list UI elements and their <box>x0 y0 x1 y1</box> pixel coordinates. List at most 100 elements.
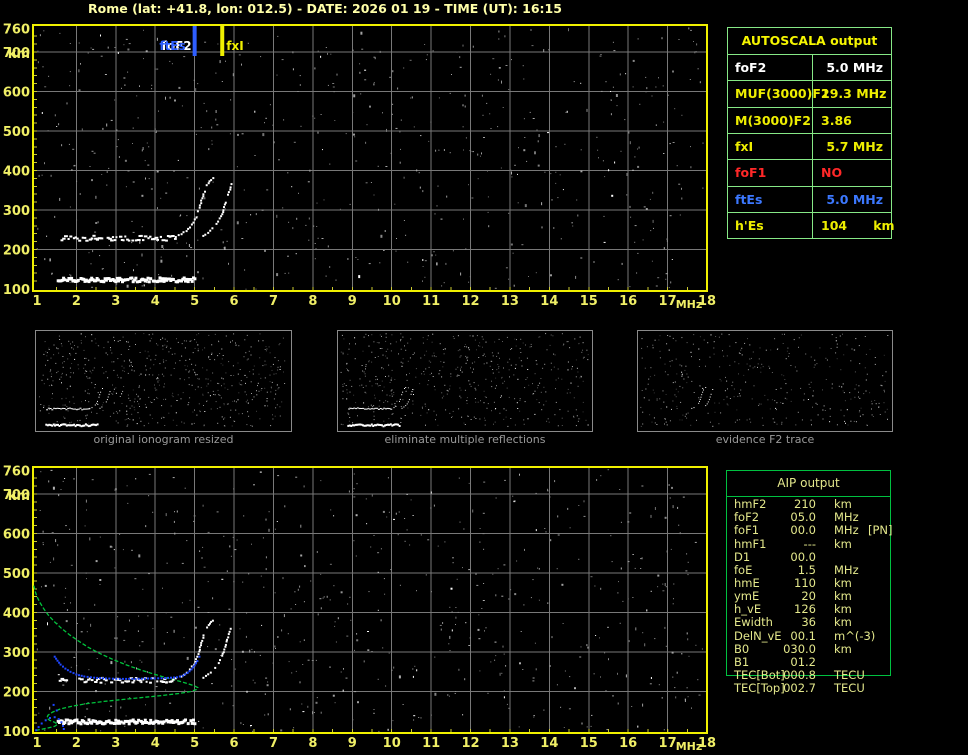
autoscala-table-header: AUTOSCALA output <box>728 28 891 55</box>
autoscala-row-value: 19.3 MHz <box>821 86 887 102</box>
svg-text:17: 17 <box>659 294 677 309</box>
aip-row-val: 20 <box>801 589 816 603</box>
panel-caption-eliminate: eliminate multiple reflections <box>384 433 546 446</box>
autoscala-row-label: fxI <box>735 138 754 154</box>
svg-text:9: 9 <box>348 294 357 309</box>
svg-text:15: 15 <box>580 294 598 309</box>
aip-row-val: 126 <box>794 602 816 617</box>
svg-text:15: 15 <box>580 736 598 751</box>
aip-table-rows: hmF2 210 km foF2 05.0 MHz foF1 00.0 MHz [PN] hmF1-… <box>726 498 893 698</box>
aip-row-val: 1.5 <box>797 562 816 577</box>
autoscala-row-ftEs: ftEs 5.0 MHz <box>728 185 891 213</box>
svg-text:400: 400 <box>3 607 30 622</box>
autoscala-row-label: h'Es <box>735 217 764 233</box>
autoscala-row-foF2: foF2 5.0 MHz <box>728 54 891 81</box>
ionogram-trace <box>56 177 233 284</box>
svg-text:3: 3 <box>111 736 120 751</box>
aip-row-D1: D1 00.0 <box>726 549 891 564</box>
aip-row-val: 210 <box>794 497 816 511</box>
thumbnail-noise <box>640 333 889 427</box>
svg-text:13: 13 <box>501 294 519 309</box>
aip-table-header: AIP output <box>727 471 890 497</box>
aip-row-lbl: foE <box>734 562 753 577</box>
svg-text:500: 500 <box>3 125 30 140</box>
autoscala-row-value: 104 km <box>821 217 895 233</box>
aip-row-unit: km <box>834 536 852 551</box>
panel-eliminate-reflections <box>337 330 593 432</box>
panel-original-ionogram-image <box>39 333 286 428</box>
svg-text:10: 10 <box>383 736 401 751</box>
aip-row-lbl: B1 <box>734 654 750 669</box>
autoscala-row-label: M(3000)F2 <box>735 112 811 128</box>
autoscala-row-value: 5.0 MHz <box>826 60 883 75</box>
plot-frame <box>32 24 708 292</box>
autoscala-row-value: 3.86 <box>821 112 852 128</box>
aip-row-unit: km <box>834 497 852 511</box>
axis-labels: 1 2 3 4 5 6 7 8 9 10 11 12 13 14 15 16 17 18MHz7607006005… <box>3 22 716 311</box>
panel-evidence-f2 <box>637 330 893 432</box>
x-axis-unit: MHz <box>676 740 703 753</box>
top-ionogram-chart: 1 2 3 4 5 6 7 8 9 10 11 12 13 14 15 16 17 18MHz7607006005… <box>3 22 716 311</box>
aip-row-DelN_vE: DelN_vE 00.1 m^(-3) <box>726 628 891 643</box>
svg-text:8: 8 <box>308 294 317 309</box>
aip-row-unit: km <box>834 602 852 617</box>
autoscala-row-MUF(3000)F2: MUF(3000)F2 19.3 MHz <box>728 80 891 107</box>
axis-labels: 1 2 3 4 5 6 7 8 9 10 11 12 13 14 15 16 17 18MHz7607006005… <box>3 464 716 753</box>
thumbnail-trace <box>347 387 414 428</box>
autoscala-row-value: 5.0 MHz <box>826 191 883 207</box>
aip-row-val: --- <box>803 536 816 551</box>
svg-text:200: 200 <box>3 244 30 259</box>
svg-text:8: 8 <box>308 736 317 751</box>
x-axis-unit: MHz <box>676 298 703 311</box>
svg-text:100: 100 <box>3 283 30 298</box>
svg-text:17: 17 <box>659 736 677 751</box>
aip-row-TEC[Bot]: TEC[Bot] 000.8 TECU <box>726 669 891 682</box>
aip-row-val: 002.7 <box>783 681 816 696</box>
aip-row-foE: foE 1.5 MHz <box>726 562 891 577</box>
svg-text:11: 11 <box>422 736 440 751</box>
aip-row-unit: MHz <box>834 562 859 577</box>
noise-layer <box>36 469 703 733</box>
svg-text:11: 11 <box>422 294 440 309</box>
aip-row-B1: B1 01.2 <box>726 654 891 669</box>
aip-row-Ewidth: Ewidth 36 km <box>726 616 891 629</box>
autoscala-row-label: foF1 <box>735 165 767 181</box>
aip-row-unit: km <box>834 589 852 603</box>
aip-row-B0: B0 030.0 km <box>726 641 891 656</box>
aip-row-val: 030.0 <box>783 641 816 656</box>
grid <box>34 26 706 290</box>
noise-layer <box>36 27 704 290</box>
svg-text:16: 16 <box>619 736 637 751</box>
panel-original-ionogram <box>35 330 292 432</box>
svg-text:4: 4 <box>151 294 160 309</box>
svg-text:5: 5 <box>190 736 199 751</box>
aip-row-unit: m^(-3) <box>834 628 876 643</box>
aip-row-hmF2: hmF2 210 km <box>726 498 891 511</box>
svg-text:760: 760 <box>3 464 30 479</box>
panel-eliminate-reflections-image <box>340 333 589 428</box>
thumbnail-trace <box>691 387 714 409</box>
svg-text:300: 300 <box>3 204 30 219</box>
aip-row-val: 05.0 <box>790 510 816 525</box>
autoscala-row-foF1: foF1 NO <box>728 159 891 186</box>
autoscala-row-h'Es: h'Es 104 km <box>728 211 895 239</box>
aip-row-val: 00.1 <box>790 628 816 643</box>
aip-row-foF1: foF1 00.0 MHz [PN] <box>726 524 893 537</box>
svg-text:1: 1 <box>32 736 41 751</box>
svg-text:6: 6 <box>230 294 239 309</box>
panel-evidence-f2-image <box>640 333 889 427</box>
svg-text:200: 200 <box>3 686 30 701</box>
aip-row-val: 00.0 <box>790 549 816 564</box>
aip-row-unit: TECU <box>834 681 865 696</box>
svg-text:12: 12 <box>461 736 479 751</box>
thumbnail-noise <box>39 333 286 427</box>
svg-text:2: 2 <box>72 294 81 309</box>
svg-text:500: 500 <box>3 567 30 582</box>
svg-text:760: 760 <box>3 22 30 37</box>
svg-text:2: 2 <box>72 736 81 751</box>
aip-row-h_vE: h_vE 126 km <box>726 603 891 616</box>
aip-row-unit: km <box>834 575 852 590</box>
y-axis-unit: km <box>8 47 30 62</box>
autoscala-output-table: AUTOSCALA output foF2 5.0 MHz MUF(3000)F2 1… <box>727 27 895 239</box>
aip-row-unit: km <box>834 641 852 656</box>
